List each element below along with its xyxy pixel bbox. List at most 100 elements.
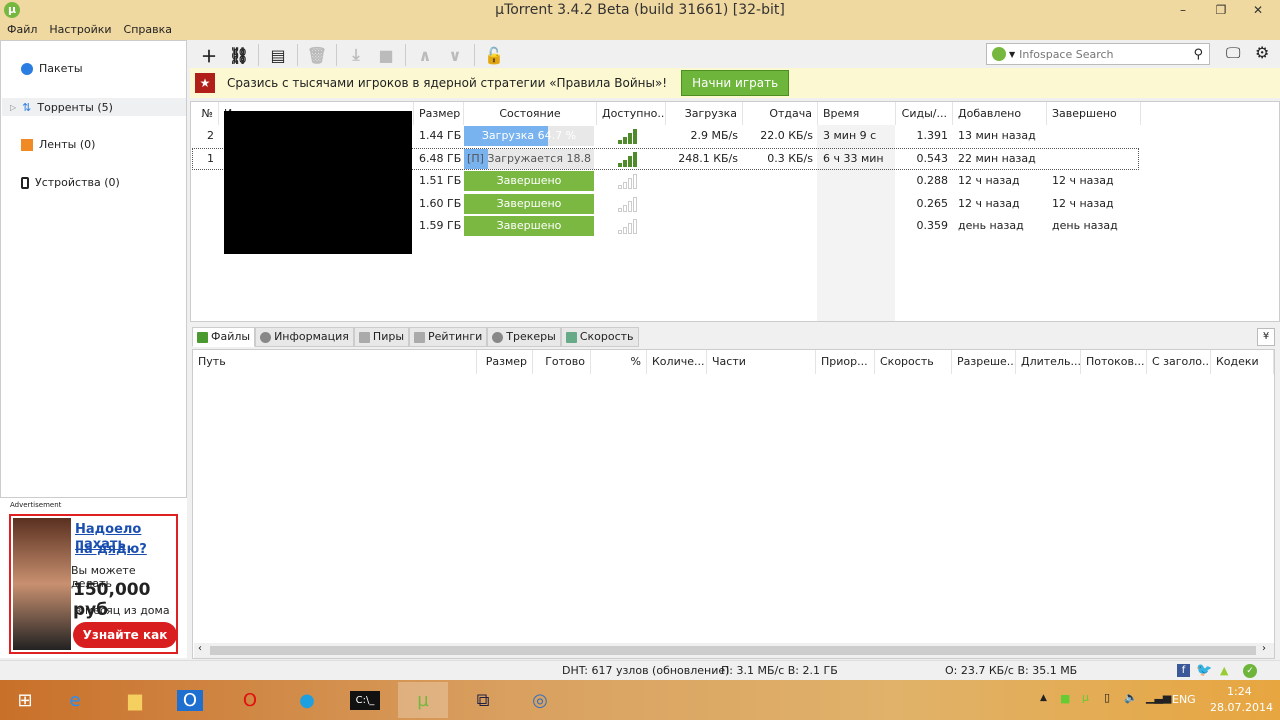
android-icon[interactable]: ▲ xyxy=(1220,661,1228,681)
chevron-down-icon[interactable]: ▼ xyxy=(1009,50,1015,59)
media-icon[interactable]: ◎ xyxy=(515,682,565,718)
scroll-left-icon[interactable]: ‹ xyxy=(198,643,202,654)
close-button[interactable]: ✕ xyxy=(1236,0,1280,20)
title-bar: µ µTorrent 3.4.2 Beta (build 31661) [32-… xyxy=(0,0,1280,20)
files-header-2[interactable]: Готово xyxy=(533,350,591,374)
torrent-size: 6.48 ГБ xyxy=(419,151,462,165)
files-header-9[interactable]: Длитель... xyxy=(1016,350,1081,374)
files-header-1[interactable]: Размер xyxy=(477,350,533,374)
sidebar-item-feeds[interactable]: Ленты (0) xyxy=(21,138,95,151)
tab-4[interactable]: Трекеры xyxy=(487,327,561,347)
header-col-number[interactable]: № xyxy=(193,102,219,125)
remote-icon[interactable]: 🖵 xyxy=(1226,44,1240,62)
divider xyxy=(405,44,406,66)
menu-help[interactable]: Справка xyxy=(124,20,172,40)
sidebar-item-devices[interactable]: Устройства (0) xyxy=(21,176,120,189)
move-down-button[interactable]: ∨ xyxy=(442,43,468,67)
files-header-8[interactable]: Разреше... xyxy=(952,350,1016,374)
tab-icon xyxy=(565,331,577,343)
clock-time[interactable]: 1:24 xyxy=(1227,685,1252,698)
search-provider-icon[interactable] xyxy=(992,47,1006,61)
header-col-added[interactable]: Добавлено xyxy=(953,102,1047,125)
sidebar-item-torrents[interactable]: ▷ ⇅ Торренты (5) xyxy=(2,98,186,116)
search-icon[interactable]: ⚲ xyxy=(1193,47,1203,62)
tab-5[interactable]: Скорость xyxy=(560,327,639,347)
tab-icon xyxy=(358,331,370,343)
tab-1[interactable]: Информация xyxy=(255,327,354,347)
start-button[interactable]: ⊞ xyxy=(0,682,50,718)
minimize-button[interactable]: – xyxy=(1170,0,1196,20)
header-col-status[interactable]: Состояние xyxy=(464,102,597,125)
utorrent-task-icon[interactable]: µ xyxy=(398,682,448,718)
files-header-10[interactable]: Потоков... xyxy=(1081,350,1147,374)
completed-time xyxy=(1047,148,1141,170)
search-input[interactable] xyxy=(1019,47,1194,61)
upload-speed xyxy=(743,215,818,237)
horizontal-scrollbar[interactable]: ‹ › xyxy=(194,643,1274,658)
tab-3[interactable]: Рейтинги xyxy=(409,327,488,347)
check-icon[interactable]: ✓ xyxy=(1243,664,1257,678)
status-text: Завершено xyxy=(496,219,562,232)
tray-expand-icon[interactable]: ▲ xyxy=(1040,693,1047,703)
gear-icon[interactable]: ⚙ xyxy=(1255,43,1269,62)
volume-icon[interactable]: 🔈 xyxy=(1124,691,1138,704)
header-col-download[interactable]: Загрузка xyxy=(666,102,743,125)
move-up-button[interactable]: ∧ xyxy=(412,43,438,67)
play-button[interactable]: Начни играть xyxy=(681,70,790,96)
tab-2[interactable]: Пиры xyxy=(353,327,410,347)
status-text: Завершено xyxy=(496,174,562,187)
add-url-button[interactable]: ⛓ xyxy=(226,43,252,67)
files-header-4[interactable]: Количе... xyxy=(647,350,707,374)
unlock-button[interactable]: 🔓 xyxy=(481,43,507,67)
completed-time: день назад xyxy=(1052,219,1118,232)
files-header-5[interactable]: Части xyxy=(707,350,816,374)
divider xyxy=(474,44,475,66)
facebook-icon[interactable]: f xyxy=(1177,664,1190,677)
outlook-icon[interactable]: O xyxy=(165,682,215,718)
explorer-icon[interactable]: ▆ xyxy=(110,682,160,718)
header-col-size[interactable]: Размер xyxy=(414,102,464,125)
files-header-6[interactable]: Приор... xyxy=(816,350,875,374)
tray-utorrent-icon[interactable]: µ xyxy=(1082,691,1089,704)
network-app-icon[interactable]: ⧉ xyxy=(458,682,508,718)
scroll-right-icon[interactable]: › xyxy=(1262,643,1266,654)
start-button[interactable]: ⤓ xyxy=(343,43,369,67)
signal-icon[interactable]: ▁▃▅ xyxy=(1146,691,1171,704)
header-col-completed[interactable]: Завершено xyxy=(1047,102,1141,125)
remove-button[interactable]: 🗑 xyxy=(304,43,330,67)
menu-file[interactable]: Файл xyxy=(7,20,37,40)
header-col-availability[interactable]: Доступно... xyxy=(597,102,666,125)
header-col-time[interactable]: Время xyxy=(818,102,896,125)
collapse-button[interactable]: ¥ xyxy=(1257,328,1275,346)
header-col-upload[interactable]: Отдача xyxy=(743,102,818,125)
ad-banner[interactable]: Надоело пахать на дядю? Вы можете делать… xyxy=(9,514,178,654)
twitter-icon[interactable]: 🐦 xyxy=(1196,661,1212,681)
cmd-icon[interactable]: C:\_ xyxy=(340,682,390,718)
status-progress-bar: Завершено xyxy=(464,193,594,214)
ad-cta-button[interactable]: Узнайте как xyxy=(73,622,177,648)
restore-button[interactable]: ❐ xyxy=(1208,0,1234,20)
add-torrent-button[interactable]: ＋ xyxy=(196,43,222,67)
menu-settings[interactable]: Настройки xyxy=(49,20,111,40)
files-header-3[interactable]: % xyxy=(591,350,647,374)
files-header-12[interactable]: Кодеки xyxy=(1211,350,1274,374)
scroll-thumb[interactable] xyxy=(210,646,1256,655)
sidebar-item-bundles[interactable]: Пакеты xyxy=(21,62,83,75)
files-header-0[interactable]: Путь xyxy=(193,350,477,374)
opera-icon[interactable]: O xyxy=(225,682,275,718)
clock-date[interactable]: 28.07.2014 xyxy=(1210,701,1273,714)
tray-check-icon[interactable]: ■ xyxy=(1060,692,1070,705)
stop-button[interactable]: ■ xyxy=(373,43,399,67)
header-col-ratio[interactable]: Сиды/... xyxy=(896,102,953,125)
files-header-7[interactable]: Скорость xyxy=(875,350,952,374)
tab-0[interactable]: Файлы xyxy=(192,327,256,347)
create-torrent-button[interactable]: ▤ xyxy=(265,43,291,67)
language-indicator[interactable]: ENG xyxy=(1172,693,1196,706)
ie-icon[interactable]: e xyxy=(50,682,100,718)
power-icon[interactable]: ▯ xyxy=(1104,691,1110,704)
files-header-11[interactable]: С заголо... xyxy=(1147,350,1211,374)
torrent-size: 1.51 ГБ xyxy=(419,174,462,187)
messenger-icon[interactable]: ● xyxy=(282,682,332,718)
download-speed: 2.9 МБ/s xyxy=(690,129,738,142)
seed-ratio: 0.265 xyxy=(916,196,949,210)
